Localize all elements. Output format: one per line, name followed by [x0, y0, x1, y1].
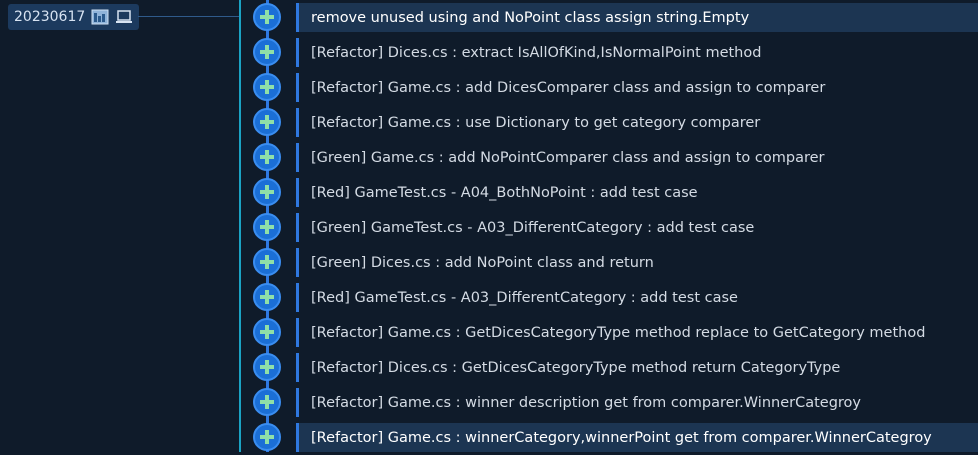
commit-node-icon	[253, 423, 281, 451]
commit-message: [Green] Dices.cs : add NoPoint class and…	[296, 248, 978, 277]
commit-node-icon	[253, 38, 281, 66]
commit-row[interactable]: [Green] Dices.cs : add NoPoint class and…	[241, 245, 978, 280]
commit-row[interactable]: remove unused using and NoPoint class as…	[241, 0, 978, 35]
commit-row[interactable]: [Green] Game.cs : add NoPointComparer cl…	[241, 140, 978, 175]
commit-row[interactable]: [Refactor] Game.cs : use Dictionary to g…	[241, 105, 978, 140]
commit-message: [Green] Game.cs : add NoPointComparer cl…	[296, 143, 978, 172]
commit-message: [Refactor] Dices.cs : extract IsAllOfKin…	[296, 38, 978, 67]
commit-row[interactable]: [Green] GameTest.cs - A03_DifferentCateg…	[241, 210, 978, 245]
laptop-icon	[115, 9, 133, 25]
commit-row[interactable]: [Refactor] Game.cs : winnerCategory,winn…	[241, 420, 978, 455]
commit-row[interactable]: [Refactor] Dices.cs : extract IsAllOfKin…	[241, 35, 978, 70]
commit-node-icon	[253, 353, 281, 381]
commit-message: [Refactor] Game.cs : winnerCategory,winn…	[296, 423, 978, 452]
commit-node-icon	[253, 388, 281, 416]
commit-message: [Refactor] Game.cs : use Dictionary to g…	[296, 108, 978, 137]
commit-row[interactable]: [Refactor] Game.cs : GetDicesCategoryTyp…	[241, 315, 978, 350]
branch-tag[interactable]: 20230617	[8, 4, 140, 30]
commit-node-icon	[253, 108, 281, 136]
commit-message: [Red] GameTest.cs - A04_BothNoPoint : ad…	[296, 178, 978, 207]
commit-node-icon	[253, 248, 281, 276]
commit-message: remove unused using and NoPoint class as…	[296, 3, 978, 32]
branch-connector	[138, 16, 240, 17]
branch-label: 20230617	[14, 9, 86, 25]
commit-list: remove unused using and NoPoint class as…	[241, 0, 978, 452]
commit-message: [Refactor] Dices.cs : GetDicesCategoryTy…	[296, 353, 978, 382]
commit-node-icon	[253, 283, 281, 311]
commit-node-icon	[253, 73, 281, 101]
commit-node-icon	[253, 3, 281, 31]
commit-message: [Green] GameTest.cs - A03_DifferentCateg…	[296, 213, 978, 242]
commit-message: [Refactor] Game.cs : add DicesComparer c…	[296, 73, 978, 102]
commit-row[interactable]: [Refactor] Dices.cs : GetDicesCategoryTy…	[241, 350, 978, 385]
commit-message: [Refactor] Game.cs : winner description …	[296, 388, 978, 417]
commit-node-icon	[253, 178, 281, 206]
branch-pane: 20230617	[0, 0, 240, 452]
commit-message: [Refactor] Game.cs : GetDicesCategoryTyp…	[296, 318, 978, 347]
commit-row[interactable]: [Refactor] Game.cs : winner description …	[241, 385, 978, 420]
image-icon	[91, 9, 109, 25]
commit-row[interactable]: [Red] GameTest.cs - A03_DifferentCategor…	[241, 280, 978, 315]
commit-row[interactable]: [Red] GameTest.cs - A04_BothNoPoint : ad…	[241, 175, 978, 210]
commit-message: [Red] GameTest.cs - A03_DifferentCategor…	[296, 283, 978, 312]
commit-row[interactable]: [Refactor] Game.cs : add DicesComparer c…	[241, 70, 978, 105]
commit-node-icon	[253, 318, 281, 346]
commit-node-icon	[253, 143, 281, 171]
commit-node-icon	[253, 213, 281, 241]
